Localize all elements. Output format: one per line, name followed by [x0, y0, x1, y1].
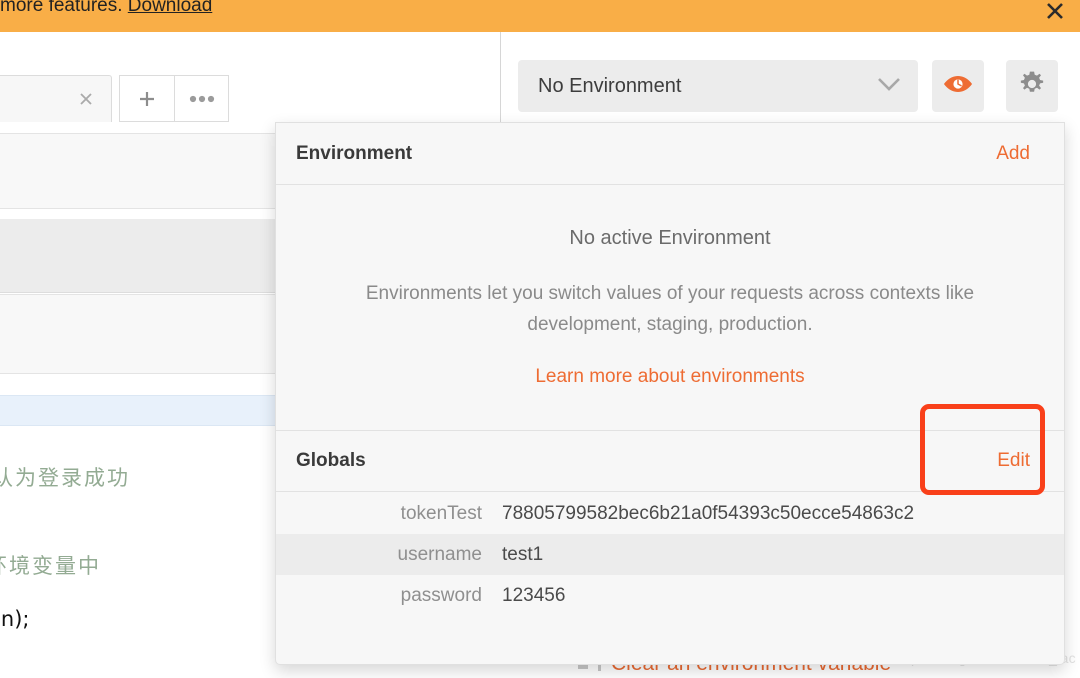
variable-key: password — [400, 584, 482, 606]
announcement-banner: more features. Download — [0, 0, 1080, 32]
code-comment-line-1: 认为登录成功 — [0, 466, 130, 490]
new-tab-button[interactable] — [119, 75, 174, 122]
environment-selector[interactable]: No Environment — [518, 60, 918, 112]
panel-title: Environment — [296, 142, 413, 164]
empty-state-title: No active Environment — [569, 227, 771, 249]
variable-key: tokenTest — [400, 502, 482, 524]
globals-table: tokenTest 78805799582bec6b21a0f54393c50e… — [276, 493, 1064, 616]
gear-icon — [1018, 70, 1046, 103]
tab-strip — [0, 32, 500, 122]
close-icon[interactable] — [1042, 0, 1068, 24]
banner-message: more features. Download — [0, 0, 212, 17]
plus-icon — [140, 91, 154, 106]
empty-state: No active Environment Environments let y… — [276, 185, 1064, 388]
variable-value: 123456 — [502, 584, 566, 606]
screenshot-root: 认为登录成功 环境变量中 en); — [0, 0, 1080, 678]
banner-message-text: more features. — [0, 0, 123, 16]
variable-value: 78805799582bec6b21a0f54393c50ecce54863c2 — [502, 502, 915, 524]
environment-selector-value: No Environment — [538, 74, 682, 97]
environment-dropdown-panel: Environment Add No active Environment En… — [275, 122, 1065, 665]
table-row: username test1 — [276, 534, 1064, 575]
code-plain-line-1: en); — [0, 607, 30, 631]
chevron-down-icon — [876, 76, 902, 97]
tab-options-button[interactable] — [174, 75, 229, 122]
globals-title: Globals — [296, 450, 366, 471]
eye-icon — [942, 74, 974, 99]
empty-state-description: Environments let you switch values of yo… — [365, 283, 975, 335]
code-comment-line-2: 环境变量中 — [0, 554, 101, 578]
panel-header: Environment Add — [276, 123, 1064, 185]
request-tab[interactable] — [0, 75, 112, 122]
variable-value: test1 — [502, 543, 544, 565]
add-environment-button[interactable]: Add — [996, 143, 1030, 165]
ellipsis-icon — [189, 95, 214, 102]
settings-button[interactable] — [1006, 60, 1058, 112]
edit-globals-button[interactable]: Edit — [997, 450, 1030, 472]
learn-more-link[interactable]: Learn more about environments — [535, 366, 804, 388]
pane-divider — [500, 32, 501, 122]
environment-quick-look-button[interactable] — [932, 60, 984, 112]
globals-header: Globals Edit — [276, 430, 1064, 492]
table-row: tokenTest 78805799582bec6b21a0f54393c50e… — [276, 493, 1064, 534]
close-icon[interactable] — [75, 88, 97, 110]
table-row: password 123456 — [276, 575, 1064, 616]
variable-key: username — [397, 543, 483, 565]
download-link[interactable]: Download — [128, 0, 213, 16]
